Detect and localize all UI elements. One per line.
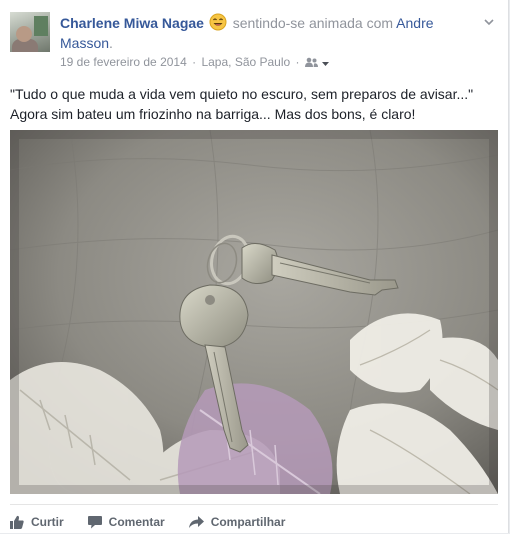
friends-icon <box>304 57 318 67</box>
post-action-bar: Curtir Comentar Compartilhar <box>10 510 309 534</box>
avatar-background <box>34 16 48 36</box>
author-name-link[interactable]: Charlene Miwa Nagae <box>60 15 204 31</box>
speech-bubble-icon <box>87 516 102 529</box>
post-text-line-1: "Tudo o que muda a vida vem quieto no es… <box>10 86 474 102</box>
meta-separator-2: · <box>295 55 300 69</box>
share-label: Compartilhar <box>210 515 286 529</box>
thumbs-up-icon <box>10 515 24 529</box>
post-text-line-2: Agora sim bateu um friozinho na barriga.… <box>10 106 416 122</box>
like-label: Curtir <box>31 515 64 529</box>
audience-selector[interactable] <box>304 55 330 69</box>
post-meta: 19 de fevereiro de 2014 · Lapa, São Paul… <box>60 54 330 70</box>
author-avatar[interactable] <box>10 12 50 52</box>
post-header: Charlene Miwa Nagae sentindo-se animada … <box>10 12 500 72</box>
meta-separator: · <box>192 55 197 69</box>
post-headline: Charlene Miwa Nagae sentindo-se animada … <box>60 13 480 53</box>
feeling-text: sentindo-se animada com <box>232 15 394 31</box>
comment-button[interactable]: Comentar <box>87 510 165 534</box>
post-photo[interactable] <box>10 130 498 494</box>
post-date-link[interactable]: 19 de fevereiro de 2014 <box>60 55 187 69</box>
comment-label: Comentar <box>108 515 165 529</box>
post-message: "Tudo o que muda a vida vem quieto no es… <box>10 84 500 124</box>
avatar-head <box>16 26 32 42</box>
share-button[interactable]: Compartilhar <box>188 510 286 534</box>
share-arrow-icon <box>188 516 204 528</box>
facebook-post-card: Charlene Miwa Nagae sentindo-se animada … <box>0 0 509 533</box>
like-button[interactable]: Curtir <box>10 510 64 534</box>
post-location-link[interactable]: Lapa, São Paulo <box>201 55 290 69</box>
chevron-down-icon[interactable] <box>482 15 496 29</box>
smiley-face-icon <box>209 13 227 31</box>
action-divider <box>10 504 498 505</box>
audience-dropdown-icon <box>322 62 330 66</box>
headline-period: . <box>109 35 113 51</box>
